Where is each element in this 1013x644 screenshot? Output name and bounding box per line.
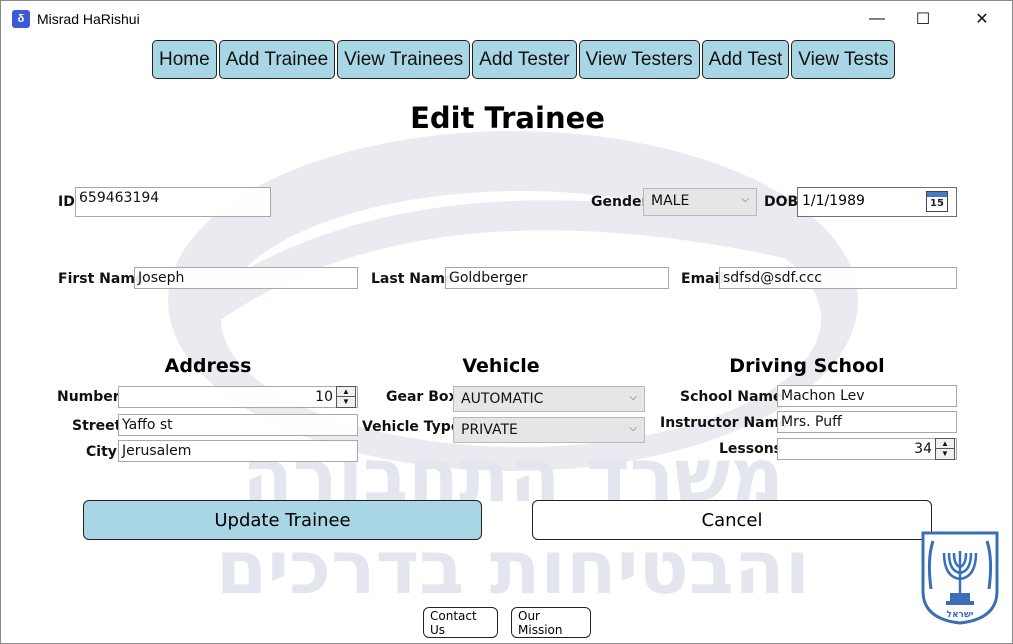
id-label: ID bbox=[58, 194, 75, 210]
school-name-label: School Name bbox=[680, 389, 783, 405]
chevron-down-icon: ⌵ bbox=[629, 392, 637, 403]
street-input[interactable]: Yaffo st bbox=[118, 414, 358, 436]
vehicle-type-label: Vehicle Type bbox=[362, 419, 461, 435]
update-trainee-button[interactable]: Update Trainee bbox=[83, 500, 482, 540]
gender-select[interactable]: MALE ⌵ bbox=[643, 188, 757, 216]
our-mission-button[interactable]: Our Mission bbox=[511, 607, 591, 638]
lessons-stepper[interactable]: ▲ ▼ bbox=[935, 438, 955, 460]
israel-emblem-icon: ישראל bbox=[921, 531, 999, 625]
chevron-down-icon: ⌵ bbox=[629, 423, 637, 434]
cancel-button[interactable]: Cancel bbox=[532, 500, 932, 540]
contact-us-button[interactable]: Contact Us bbox=[423, 607, 498, 638]
decrement-icon[interactable]: ▼ bbox=[936, 449, 954, 459]
increment-icon[interactable]: ▲ bbox=[337, 387, 355, 397]
dob-datepicker[interactable]: 1/1/1989 15 bbox=[797, 187, 957, 217]
lessons-input[interactable]: 34 bbox=[777, 438, 957, 460]
email-input[interactable]: sdfsd@sdf.ccc bbox=[719, 267, 957, 289]
vehicle-type-select[interactable]: PRIVATE ⌵ bbox=[453, 417, 645, 443]
title-bar: δ Misrad HaRishui — ☐ ✕ bbox=[1, 1, 1012, 37]
nav-add-test[interactable]: Add Test bbox=[701, 40, 790, 79]
id-input[interactable]: 659463194 bbox=[75, 187, 271, 217]
dob-label: DOB bbox=[764, 194, 799, 210]
gear-box-select[interactable]: AUTOMATIC ⌵ bbox=[453, 386, 645, 412]
page-title: Edit Trainee bbox=[410, 101, 605, 135]
instructor-name-input[interactable]: Mrs. Puff bbox=[777, 411, 957, 433]
email-label: Email bbox=[681, 271, 725, 287]
lessons-label: Lessons bbox=[719, 441, 782, 457]
number-label: Number bbox=[57, 389, 120, 405]
ministry-watermark: משרד התחבורה והבטיחות בדרכים bbox=[168, 131, 858, 611]
minimize-button[interactable]: — bbox=[854, 1, 900, 37]
last-name-label: Last Name bbox=[371, 271, 455, 287]
first-name-input[interactable]: Joseph bbox=[134, 267, 358, 289]
app-icon: δ bbox=[12, 10, 30, 28]
app-window: משרד התחבורה והבטיחות בדרכים δ Misrad Ha… bbox=[0, 0, 1013, 644]
emblem-text: ישראל bbox=[947, 610, 974, 620]
chevron-down-icon: ⌵ bbox=[741, 194, 749, 205]
city-input[interactable]: Jerusalem bbox=[118, 440, 358, 462]
nav-view-trainees[interactable]: View Trainees bbox=[337, 40, 471, 79]
increment-icon[interactable]: ▲ bbox=[936, 439, 954, 449]
number-input[interactable]: 10 bbox=[118, 386, 358, 408]
vehicle-title: Vehicle bbox=[462, 355, 540, 377]
gear-box-label: Gear Box bbox=[386, 389, 458, 405]
main-nav: Home Add Trainee View Trainees Add Teste… bbox=[152, 40, 896, 79]
dob-value: 1/1/1989 bbox=[802, 193, 865, 209]
nav-add-tester[interactable]: Add Tester bbox=[472, 40, 577, 79]
school-name-input[interactable]: Machon Lev bbox=[777, 385, 957, 407]
nav-home[interactable]: Home bbox=[152, 40, 217, 79]
calendar-day: 15 bbox=[930, 198, 944, 209]
vehicle-type-value: PRIVATE bbox=[461, 422, 518, 438]
gender-value: MALE bbox=[651, 193, 690, 209]
city-label: City bbox=[86, 444, 117, 460]
close-button[interactable]: ✕ bbox=[959, 1, 1005, 37]
number-stepper[interactable]: ▲ ▼ bbox=[336, 386, 356, 408]
driving-school-title: Driving School bbox=[729, 355, 885, 377]
window-title: Misrad HaRishui bbox=[37, 11, 140, 27]
gear-box-value: AUTOMATIC bbox=[461, 391, 544, 407]
street-label: Street bbox=[72, 418, 122, 434]
gender-label: Gender bbox=[591, 194, 649, 210]
calendar-icon[interactable]: 15 bbox=[926, 191, 948, 212]
nav-view-tests[interactable]: View Tests bbox=[791, 40, 896, 79]
address-title: Address bbox=[164, 355, 252, 377]
instructor-name-label: Instructor Name bbox=[660, 415, 789, 431]
nav-add-trainee[interactable]: Add Trainee bbox=[218, 40, 336, 79]
first-name-label: First Name bbox=[58, 271, 145, 287]
nav-view-testers[interactable]: View Testers bbox=[578, 40, 700, 79]
decrement-icon[interactable]: ▼ bbox=[337, 397, 355, 407]
last-name-input[interactable]: Goldberger bbox=[445, 267, 669, 289]
maximize-button[interactable]: ☐ bbox=[900, 1, 946, 37]
